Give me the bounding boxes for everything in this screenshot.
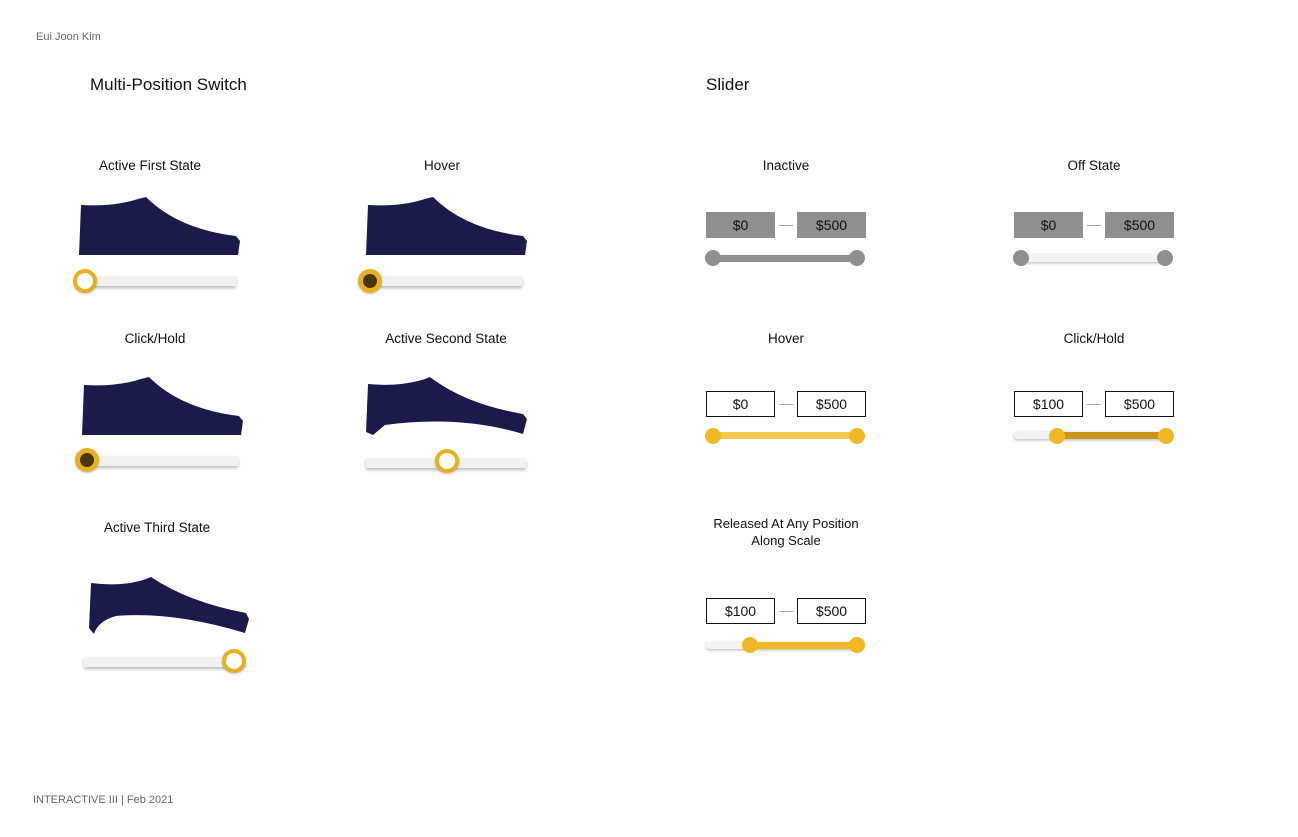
shoe-open-icon [89,577,249,634]
max-value-field[interactable]: $500 [797,598,866,624]
state-label-active-first: Active First State [98,158,202,173]
slider-max-handle [1157,250,1173,266]
switch-track[interactable] [84,657,244,667]
state-label-active-second: Active Second State [385,331,507,346]
slider-min-handle [705,250,721,266]
switch-knob[interactable] [358,269,382,293]
slider-label-released-line1: Released At Any Position [713,516,859,531]
slider-label-released-line2: Along Scale [751,533,821,548]
slider-max-handle[interactable] [849,428,865,444]
slider-max-handle [849,250,865,266]
multi-switch-title: Multi-Position Switch [90,75,247,94]
state-label-active-third: Active Third State [103,520,211,535]
range-separator [779,404,793,405]
slider-label-released: Released At Any Position Along Scale [686,515,886,549]
slider-min-handle[interactable] [742,637,758,653]
max-value-field[interactable]: $500 [797,391,866,417]
min-value-field[interactable]: $0 [706,391,775,417]
max-value-field: $500 [1105,212,1174,238]
slider-title: Slider [706,75,750,94]
shoe-closed-icon [79,197,240,255]
switch-knob[interactable] [435,449,459,473]
state-label-click-hold: Click/Hold [124,331,186,346]
range-separator [779,611,793,612]
min-value-field: $0 [1014,212,1083,238]
author-name: Eui Joon Kim [36,31,101,43]
switch-knob[interactable] [222,649,246,673]
slider-min-handle[interactable] [1049,428,1065,444]
shoe-closed-icon [366,197,527,255]
slider-label-click-hold: Click/Hold [1063,331,1125,346]
switch-track[interactable] [86,456,238,466]
slider-max-handle[interactable] [849,637,865,653]
slider-selected-range [1056,432,1166,439]
switch-track[interactable] [370,276,522,286]
min-value-field: $0 [706,212,775,238]
min-value-field[interactable]: $100 [706,598,775,624]
range-separator [779,225,793,226]
slider-min-handle [1013,250,1029,266]
slider-selected-range [748,642,858,649]
slider-track [710,255,862,262]
shoe-closed-icon [82,377,243,435]
slider-min-handle[interactable] [705,428,721,444]
max-value-field[interactable]: $500 [1105,391,1174,417]
switch-track[interactable] [84,276,236,286]
slider-track[interactable] [710,432,862,439]
switch-knob[interactable] [73,269,97,293]
switch-knob[interactable] [75,448,99,472]
slider-track [1018,255,1170,262]
footer-caption: INTERACTIVE III | Feb 2021 [33,794,174,806]
slider-label-off: Off State [1067,158,1121,173]
slider-label-inactive: Inactive [762,158,810,173]
max-value-field: $500 [797,212,866,238]
state-label-hover: Hover [423,158,460,173]
shoe-half-open-icon [366,377,527,435]
slider-max-handle[interactable] [1158,428,1174,444]
range-separator [1087,225,1101,226]
min-value-field[interactable]: $100 [1014,391,1083,417]
range-separator [1087,404,1101,405]
slider-label-hover: Hover [767,331,804,346]
